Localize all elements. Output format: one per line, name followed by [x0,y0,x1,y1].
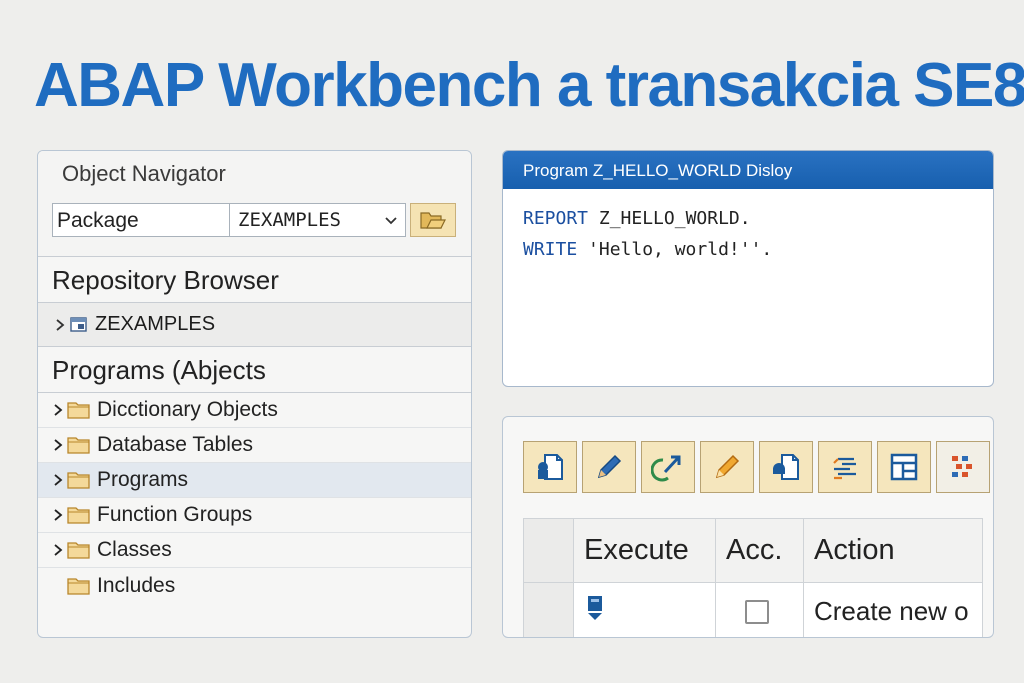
code-line: WRITE 'Hello, world!''. [523,234,973,265]
object-navigator-panel: Object Navigator Package ZEXAMPLES Repos… [37,150,472,638]
display-object-button[interactable] [523,441,577,493]
execute-cell[interactable] [573,582,716,637]
code-text: Z_HELLO_WORLD. [588,208,751,229]
folder-icon [67,402,90,419]
chevron-right-icon [54,439,63,451]
tree-item-classes[interactable]: Classes [38,533,471,568]
activate-icon [651,455,681,482]
tree-item-includes[interactable]: Includes [38,568,471,603]
create-object-icon [773,454,799,480]
acc-checkbox[interactable] [745,599,769,624]
page-title: ABAP Workbench a transakcia SE80 [34,51,1024,120]
table-header-row: Execute Acc. Action [523,518,983,583]
table-row[interactable]: Create new o [523,582,983,637]
package-type-field[interactable]: Package [52,203,230,237]
package-row: Package ZEXAMPLES [52,203,457,237]
folder-icon [67,577,90,595]
program-editor: Program Z_HELLO_WORLD Disloy REPORT Z_HE… [502,150,994,387]
list-button[interactable] [818,441,872,493]
code-keyword: REPORT [523,208,589,229]
action-panel: Execute Acc. Action Create new o [502,416,994,638]
layout-icon [890,453,918,481]
execute-icon [588,596,602,620]
chevron-right-icon [54,404,63,416]
repository-item[interactable]: ZEXAMPLES [38,303,471,347]
more-options-button[interactable] [936,441,990,493]
row-selector[interactable] [523,582,574,637]
tree-item-label: Includes [97,573,176,597]
package-value: ZEXAMPLES [238,209,341,231]
toolbar [523,441,990,493]
tree-item-programs[interactable]: Programs [38,463,471,498]
navigator-header: Object Navigator Package ZEXAMPLES [38,151,471,257]
layout-button[interactable] [877,441,931,493]
code-text: 'Hello, world!''. [577,239,773,260]
object-tree: Dicctionary Objects Database Tables Prog… [38,393,471,603]
more-options-icon [952,456,972,477]
package-icon [70,316,87,332]
programs-objects-title: Programs (Abjects [38,347,471,393]
edit-pencil-icon [597,454,622,479]
editor-title-bar: Program Z_HELLO_WORLD Disloy [503,151,993,189]
action-cell: Create new o [803,582,983,637]
tree-item-label: Function Groups [97,503,253,526]
change-pencil-icon [715,454,740,479]
action-table: Execute Acc. Action Create new o [523,518,983,637]
folder-icon [67,542,90,559]
tree-item-database-tables[interactable]: Database Tables [38,428,471,463]
code-keyword: WRITE [523,239,578,260]
tree-item-function-groups[interactable]: Function Groups [38,498,471,533]
folder-open-icon [420,212,446,229]
tree-item-label: Database Tables [97,433,254,456]
tree-item-label: Programs [97,468,189,491]
code-line: REPORT Z_HELLO_WORLD. [523,203,973,234]
code-area[interactable]: REPORT Z_HELLO_WORLD. WRITE 'Hello, worl… [503,189,993,279]
column-header-execute[interactable]: Execute [573,518,716,583]
list-icon [833,457,856,480]
chevron-down-icon [385,217,397,225]
create-object-button[interactable] [759,441,813,493]
change-button[interactable] [700,441,754,493]
display-object-icon [538,454,563,480]
folder-icon [67,472,90,489]
tree-item-dictionary-objects[interactable]: Dicctionary Objects [38,393,471,428]
edit-button[interactable] [582,441,636,493]
activate-button[interactable] [641,441,695,493]
acc-cell [715,582,804,637]
navigator-title: Object Navigator [62,161,226,186]
column-header-acc[interactable]: Acc. [715,518,804,583]
column-header-selector [523,518,574,583]
chevron-right-icon [54,509,63,521]
tree-item-label: Dicctionary Objects [97,398,278,421]
chevron-right-icon [56,318,65,331]
tree-item-label: Classes [97,538,172,561]
chevron-right-icon [54,474,63,486]
folder-icon [67,437,90,454]
chevron-right-icon [54,544,63,556]
folder-icon [67,507,90,524]
package-select[interactable]: ZEXAMPLES [230,203,406,237]
column-header-action[interactable]: Action [803,518,983,583]
repository-browser-title: Repository Browser [38,257,471,303]
repository-item-label: ZEXAMPLES [95,313,216,335]
open-folder-button[interactable] [410,203,456,237]
